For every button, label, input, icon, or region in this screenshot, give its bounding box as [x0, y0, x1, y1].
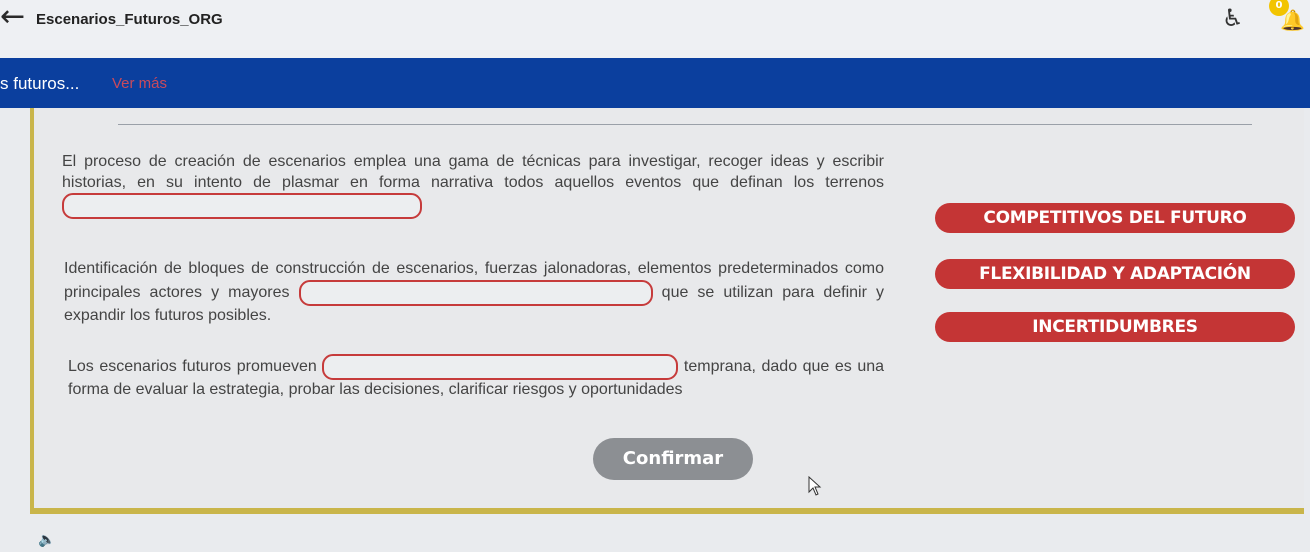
- paragraph-1-text: El proceso de creación de escenarios emp…: [62, 153, 884, 191]
- paragraph-1: El proceso de creación de escenarios emp…: [62, 152, 884, 219]
- accessibility-icon[interactable]: ♿: [1222, 4, 1244, 32]
- paragraph-2: Identificación de bloques de construcció…: [64, 259, 884, 326]
- app-title: Escenarios_Futuros_ORG: [36, 11, 223, 28]
- banner: s futuros... Ver más: [0, 58, 1310, 108]
- option-incertidumbres[interactable]: INCERTIDUMBRES: [935, 312, 1295, 342]
- confirm-button[interactable]: Confirmar: [593, 438, 753, 480]
- drop-slot-1[interactable]: [62, 193, 422, 219]
- banner-title: s futuros...: [0, 74, 80, 93]
- drop-slot-2[interactable]: [298, 279, 653, 306]
- drop-slot-3[interactable]: [322, 354, 679, 380]
- divider: [118, 124, 1252, 125]
- mouse-cursor-icon: [808, 476, 822, 496]
- option-competitivos-del-futuro[interactable]: COMPETITIVOS DEL FUTURO: [935, 203, 1295, 233]
- paragraph-3-text-before: Los escenarios futuros promueven: [68, 358, 317, 376]
- paragraph-3: Los escenarios futuros promueven tempran…: [68, 354, 884, 401]
- arrow-left-icon[interactable]: ←: [0, 2, 25, 32]
- speaker-icon[interactable]: 🔈: [38, 532, 55, 548]
- top-bar: ← Escenarios_Futuros_ORG ♿ 🔔 0: [0, 0, 1310, 58]
- option-flexibilidad-y-adaptacion[interactable]: FLEXIBILIDAD Y ADAPTACIÓN: [935, 259, 1295, 289]
- see-more-link[interactable]: Ver más: [112, 75, 167, 92]
